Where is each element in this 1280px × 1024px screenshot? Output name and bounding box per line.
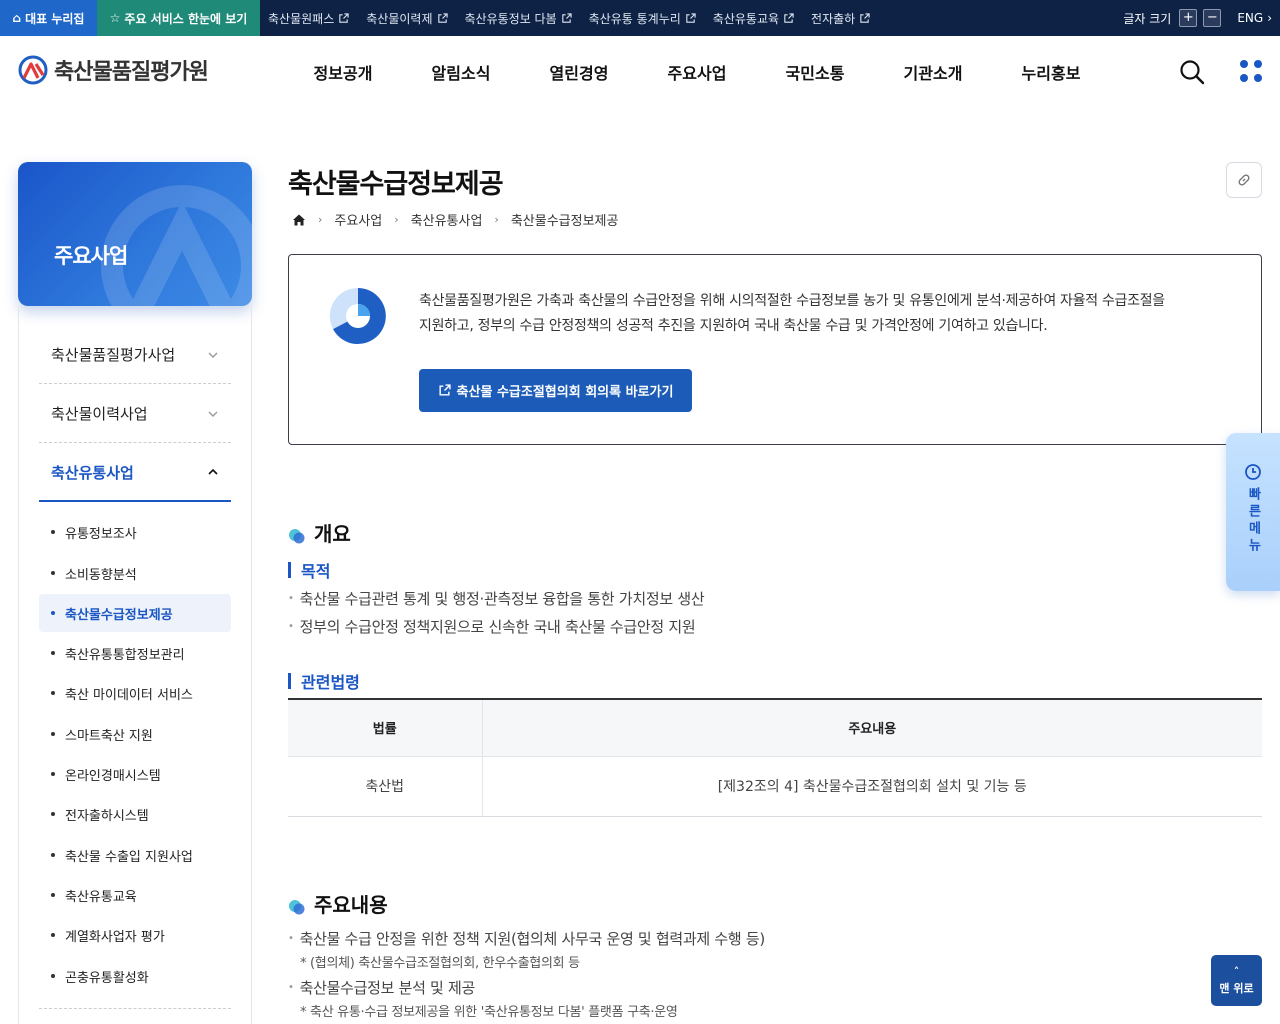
sidebar-hero: 주요사업 [18, 162, 252, 306]
table-row: 축산법 [제32조의 4] 축산물수급조절협의회 설치 및 기능 등 [288, 756, 1262, 817]
intro-box: 축산물품질평가원은 가축과 축산물의 수급안정을 위해 시의적절한 수급정보를 … [288, 254, 1262, 445]
external-link-icon [860, 12, 870, 23]
breadcrumb-item-current: 축산물수급정보제공 [510, 214, 619, 229]
law-table: 법률 주요내용 축산법 [제32조의 4] 축산물수급조절협의회 설치 및 기능… [288, 698, 1262, 817]
sidebar-item-quality-grading[interactable]: 축산물품질평가사업 [39, 326, 231, 384]
list-item: • 축산물 수급관련 통계 및 행정·관측정보 융합을 통한 가치정보 생산 [288, 590, 705, 608]
bubble-icon [288, 525, 306, 543]
external-link-icon [686, 12, 696, 23]
gnb-promotion[interactable]: 누리홍보 [992, 60, 1110, 84]
breadcrumb-item[interactable]: 축산유통사업 [411, 210, 483, 229]
link-education[interactable]: 축산유통교육 [713, 10, 794, 27]
share-link-button[interactable] [1226, 162, 1262, 198]
breadcrumb: › 주요사업 › 축산유통사업 › 축산물수급정보제공 [292, 210, 618, 229]
pie-chart-icon [329, 287, 386, 344]
sidebar-title: 주요사업 [54, 244, 128, 268]
sidebar-subitem[interactable]: 전자출하시스템 [39, 795, 231, 833]
font-size-label: 글자 크기 [1123, 11, 1172, 26]
gnb-about[interactable]: 기관소개 [874, 60, 992, 84]
main-navigation: 정보공개 알림소식 열린경영 주요사업 국민소통 기관소개 누리홍보 [284, 36, 1110, 108]
link-statistics[interactable]: 축산유통 통계누리 [589, 10, 696, 27]
table-cell: [제32조의 4] 축산물수급조절협의회 설치 및 기능 등 [482, 756, 1262, 817]
sub-heading-laws: 관련법령 [288, 669, 360, 693]
sidebar-subitem[interactable]: 스마트축산 지원 [39, 715, 231, 753]
chevron-down-icon [208, 352, 218, 358]
sidebar-subitem[interactable]: 소비동향분석 [39, 554, 231, 592]
sidebar-subitem[interactable]: 축산유통교육 [39, 876, 231, 914]
gnb-info-disclosure[interactable]: 정보공개 [284, 60, 402, 84]
key-services-button[interactable]: ☆ 주요 서비스 한눈에 보기 [97, 0, 260, 36]
chevron-down-icon [208, 411, 218, 417]
sidebar-subitem-current[interactable]: 축산물수급정보제공 [39, 594, 231, 632]
search-icon[interactable] [1178, 58, 1206, 86]
sidebar-subitem[interactable]: 축산물 수출입 지원사업 [39, 836, 231, 874]
site-header: 축산물품질평가원 정보공개 알림소식 열린경영 주요사업 국민소통 기관소개 누… [0, 36, 1280, 108]
page-title: 축산물수급정보제공 [288, 169, 504, 200]
sidebar-divider [39, 1008, 231, 1009]
section-heading-overview: 개요 [288, 518, 351, 547]
main-site-link[interactable]: ⌂ 대표 누리집 [0, 0, 97, 36]
note-text: * 축산 유통·수급 정보제공을 위한 '축산유통정보 다봄' 플랫폼 구축·운… [300, 1005, 678, 1020]
gnb-communication[interactable]: 국민소통 [756, 60, 874, 84]
logo-mark-icon [18, 55, 48, 85]
external-link-icon [561, 12, 572, 23]
external-link-icon [339, 12, 349, 23]
home-icon: ⌂ [12, 11, 22, 25]
sidebar-subitem[interactable]: 온라인경매시스템 [39, 755, 231, 793]
external-link-icon [439, 384, 451, 396]
home-icon[interactable] [292, 213, 306, 227]
list-item: • 정부의 수급안정 정책지원으로 신속한 국내 축산물 수급안정 지원 [288, 618, 696, 636]
sidebar-subitem[interactable]: 유통정보조사 [39, 513, 231, 551]
chevron-right-icon: › [394, 213, 399, 226]
link-icon [1238, 174, 1250, 186]
breadcrumb-item[interactable]: 주요사업 [334, 210, 382, 229]
chevron-right-icon: › [1267, 11, 1272, 25]
intro-description: 축산물품질평가원은 가축과 축산물의 수급안정을 위해 시의적절한 수급정보를 … [419, 293, 1165, 334]
link-dabom[interactable]: 축산유통정보 다봄 [465, 10, 572, 27]
sidebar-subitem[interactable]: 축산 마이데이터 서비스 [39, 674, 231, 712]
logo-text: 축산물품질평가원 [54, 60, 209, 85]
chevron-up-icon [208, 468, 218, 475]
gnb-main-business[interactable]: 주요사업 [638, 60, 756, 84]
external-link-icon [437, 12, 448, 23]
utility-bar: ⌂ 대표 누리집 ☆ 주요 서비스 한눈에 보기 축산물원패스 축산물이력제 축… [0, 0, 1280, 36]
link-onepass[interactable]: 축산물원패스 [268, 10, 349, 27]
chevron-right-icon: › [318, 213, 323, 226]
link-e-shipment[interactable]: 전자출하 [811, 10, 870, 27]
sidebar-menu-panel: 축산물품질평가사업 축산물이력사업 축산유통사업 유통정보조사 소비동향분석 축… [18, 306, 252, 1024]
utility-controls: 글자 크기 + − ENG › [1123, 0, 1272, 36]
star-icon: ☆ [109, 11, 121, 25]
table-header: 법률 [288, 698, 483, 757]
bubble-icon [288, 896, 306, 914]
list-item: • 축산물수급정보 분석 및 제공 [288, 979, 476, 997]
sidebar-subitem[interactable]: 축산유통통합정보관리 [39, 634, 231, 672]
gnb-open-management[interactable]: 열린경영 [520, 60, 638, 84]
language-toggle[interactable]: ENG › [1237, 11, 1272, 25]
link-traceability[interactable]: 축산물이력제 [366, 10, 448, 27]
list-item: • 축산물 수급 안정을 위한 정책 지원(협의체 사무국 운영 및 협력과제 수… [288, 930, 765, 948]
scroll-to-top-button[interactable]: ˄ 맨 위로 [1211, 955, 1262, 1006]
sidebar-item-traceability[interactable]: 축산물이력사업 [39, 385, 231, 443]
sidebar-subitem[interactable]: 계열화사업자 평가 [39, 916, 231, 954]
external-link-icon [784, 12, 794, 23]
site-logo[interactable]: 축산물품질평가원 [18, 54, 209, 86]
chevron-up-icon: ˄ [1233, 965, 1240, 978]
font-increase-button[interactable]: + [1179, 9, 1198, 27]
note-text: * (협의체) 축산물수급조절협의회, 한우수출협의회 등 [300, 956, 580, 971]
gnb-news[interactable]: 알림소식 [402, 60, 520, 84]
quick-menu-icon [1245, 464, 1261, 480]
council-minutes-button[interactable]: 축산물 수급조절협의회 회의록 바로가기 [419, 369, 692, 412]
sidebar-item-distribution[interactable]: 축산유통사업 [39, 444, 231, 502]
sub-heading-purpose: 목적 [288, 558, 330, 582]
font-decrease-button[interactable]: − [1203, 9, 1222, 27]
quick-menu-label: 빠른메뉴 [1245, 487, 1261, 555]
family-site-links: 축산물원패스 축산물이력제 축산유통정보 다봄 축산유통 통계누리 축산유통교육… [268, 0, 870, 36]
sidebar-subitem[interactable]: 곤충유통활성화 [39, 957, 231, 995]
quick-menu[interactable]: 빠른메뉴 [1226, 433, 1280, 591]
section-heading-main-content: 주요내용 [288, 889, 388, 918]
table-cell: 축산법 [288, 756, 483, 817]
chevron-right-icon: › [494, 213, 499, 226]
table-header: 주요내용 [482, 698, 1262, 757]
all-menu-icon[interactable] [1238, 58, 1264, 84]
